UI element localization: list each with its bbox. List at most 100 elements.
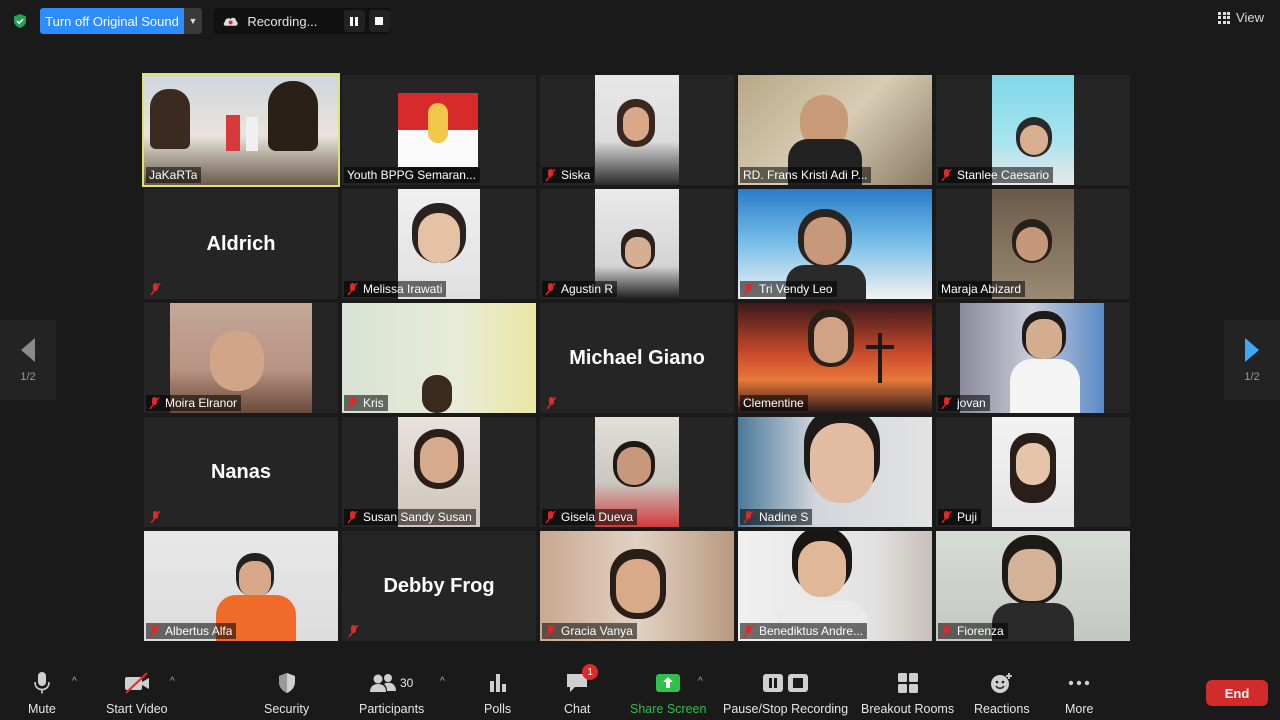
chat-unread-badge: 1	[582, 664, 599, 680]
participant-tile[interactable]: Kris	[342, 303, 536, 413]
participant-tile[interactable]: Aldrich	[144, 189, 338, 299]
participant-tile[interactable]: RD. Frans Kristi Adi P...	[738, 75, 932, 185]
muted-mic-icon	[941, 397, 952, 409]
view-button[interactable]: View	[1218, 10, 1264, 25]
chat-button[interactable]: 1 Chat	[564, 664, 599, 716]
participant-tile[interactable]: Gisela Dueva	[540, 417, 734, 527]
muted-mic-icon	[545, 283, 556, 295]
participant-tile[interactable]: Clementine	[738, 303, 932, 413]
grid-icon	[1218, 11, 1231, 24]
participant-tile[interactable]: Fiorenza	[936, 531, 1130, 641]
participant-name-label: Kris	[344, 395, 388, 411]
start-video-button[interactable]: Start Video	[106, 670, 168, 716]
original-sound-control: Turn off Original Sound ▼	[40, 8, 202, 34]
participant-name-label: Gisela Dueva	[542, 509, 638, 525]
participant-tile[interactable]: Tri Vendy Leo	[738, 189, 932, 299]
participant-tile[interactable]: Agustin R	[540, 189, 734, 299]
participant-name-label: Nadine S	[740, 509, 813, 525]
participant-name-label: Melissa Irawati	[344, 281, 447, 297]
mute-button[interactable]: Mute	[28, 670, 56, 716]
share-screen-button[interactable]: Share Screen	[630, 670, 706, 716]
encryption-shield-icon[interactable]	[12, 13, 28, 29]
meeting-toolbar: Mute ^ Start Video ^ Security 30 Partici…	[0, 660, 1280, 720]
participant-name-label: Moira Elranor	[146, 395, 242, 411]
breakout-rooms-label: Breakout Rooms	[861, 702, 955, 716]
muted-mic-icon	[150, 511, 161, 523]
page-indicator-right: 1/2	[1244, 371, 1260, 383]
participant-name-label: Stanlee Caesario	[938, 167, 1054, 183]
cloud-recording-icon	[223, 17, 238, 26]
end-meeting-button[interactable]: End	[1206, 680, 1268, 706]
video-feed	[398, 93, 478, 167]
participant-tile[interactable]: Benediktus Andre...	[738, 531, 932, 641]
muted-mic-icon	[743, 625, 754, 637]
video-feed	[992, 417, 1074, 527]
participant-tile[interactable]: Susan Sandy Susan	[342, 417, 536, 527]
participant-name-label: Benediktus Andre...	[740, 623, 868, 639]
participant-name-label: Siska	[542, 167, 595, 183]
arrow-left-icon	[21, 338, 35, 362]
participant-tile[interactable]: Michael Giano	[540, 303, 734, 413]
more-button[interactable]: More	[1065, 670, 1093, 716]
participant-name-label: Susan Sandy Susan	[344, 509, 476, 525]
participant-display-name: Nanas	[210, 460, 272, 483]
pause-recording-button[interactable]	[343, 10, 365, 32]
share-screen-label: Share Screen	[630, 702, 707, 716]
microphone-icon	[34, 672, 50, 694]
reactions-smiley-icon	[990, 673, 1012, 693]
participant-tile[interactable]: Melissa Irawati	[342, 189, 536, 299]
video-off-icon	[124, 672, 149, 694]
participant-name-label: Fiorenza	[938, 623, 1008, 639]
participant-tile[interactable]: JaKaRTa	[142, 73, 340, 187]
participant-tile[interactable]: Nanas	[144, 417, 338, 527]
polls-button[interactable]: Polls	[484, 670, 511, 716]
security-label: Security	[264, 702, 310, 716]
participant-name-label: RD. Frans Kristi Adi P...	[740, 167, 872, 183]
participant-name-label: JaKaRTa	[146, 167, 202, 183]
page-indicator-left: 1/2	[20, 371, 36, 383]
share-options-caret-icon[interactable]: ^	[698, 676, 703, 687]
mute-options-caret-icon[interactable]: ^	[72, 676, 77, 687]
chat-label: Chat	[564, 702, 591, 716]
more-label: More	[1065, 702, 1094, 716]
chevron-down-icon[interactable]: ▼	[184, 8, 202, 34]
participants-button[interactable]: 30 Participants	[359, 670, 424, 716]
participant-display-name: Debby Frog	[383, 574, 495, 597]
participant-tile[interactable]: Siska	[540, 75, 734, 185]
participant-tile[interactable]: Gracia Vanya	[540, 531, 734, 641]
muted-mic-icon	[150, 283, 161, 295]
polls-label: Polls	[484, 702, 512, 716]
stop-recording-button[interactable]	[368, 10, 391, 32]
participant-tile[interactable]: Moira Elranor	[144, 303, 338, 413]
reactions-label: Reactions	[974, 702, 1030, 716]
participant-name-label: Gracia Vanya	[542, 623, 637, 639]
participant-tile[interactable]: Maraja Abizard	[936, 189, 1130, 299]
original-sound-button[interactable]: Turn off Original Sound	[40, 8, 184, 34]
participants-count: 30	[399, 676, 414, 690]
participants-options-caret-icon[interactable]: ^	[440, 676, 445, 687]
participant-name-label: Albertus Alfa	[146, 623, 237, 639]
pause-stop-recording-button[interactable]: Pause/Stop Recording	[723, 670, 848, 716]
muted-mic-icon	[149, 625, 160, 637]
participant-tile[interactable]: Nadine S	[738, 417, 932, 527]
participant-tile[interactable]: Stanlee Caesario	[936, 75, 1130, 185]
participant-tile[interactable]: Youth BPPG Semaran...	[342, 75, 536, 185]
security-button[interactable]: Security	[264, 670, 309, 716]
breakout-rooms-button[interactable]: Breakout Rooms	[861, 670, 954, 716]
shield-icon	[278, 673, 295, 693]
video-gallery: JaKaRTa Youth BPPG Semaran... Siska RD. …	[142, 73, 1136, 645]
video-options-caret-icon[interactable]: ^	[170, 676, 175, 687]
next-page-button[interactable]: 1/2	[1224, 320, 1280, 400]
participant-name-label: Maraja Abizard	[938, 281, 1026, 297]
muted-mic-icon	[743, 511, 754, 523]
participant-tile[interactable]: Albertus Alfa	[144, 531, 338, 641]
participant-tile[interactable]: Debby Frog	[342, 531, 536, 641]
reactions-button[interactable]: Reactions	[974, 670, 1030, 716]
polls-icon	[489, 674, 506, 692]
participant-tile[interactable]: jovan	[936, 303, 1130, 413]
previous-page-button[interactable]: 1/2	[0, 320, 56, 400]
muted-mic-icon	[347, 397, 358, 409]
participant-name-label: Youth BPPG Semaran...	[344, 167, 480, 183]
participant-tile[interactable]: Puji	[936, 417, 1130, 527]
muted-mic-icon	[347, 511, 358, 523]
